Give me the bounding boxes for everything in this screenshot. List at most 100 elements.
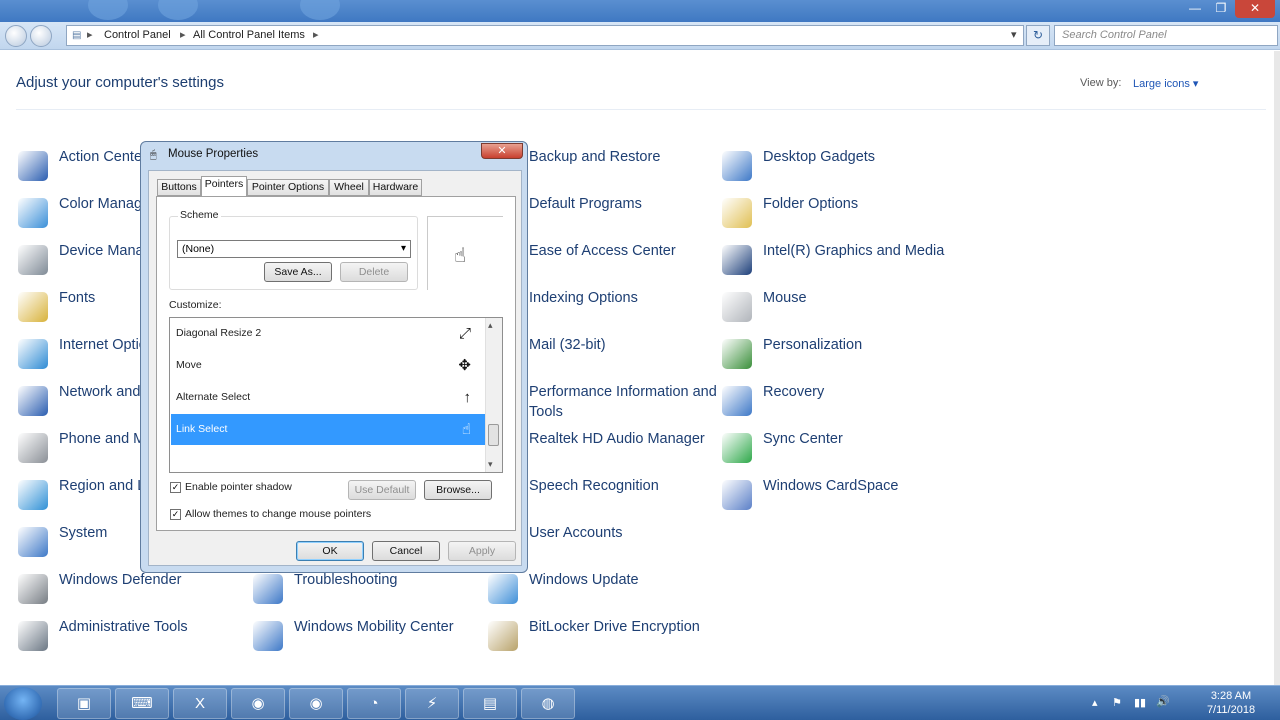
control-panel-item-label: Sync Center	[763, 431, 843, 447]
list-item[interactable]: Move ✥	[171, 350, 485, 381]
list-item-label: Diagonal Resize 2	[176, 327, 262, 339]
flag-icon	[18, 151, 48, 181]
show-hidden-icons[interactable]: ▴	[1092, 696, 1098, 709]
control-panel-item[interactable]: Windows Defender	[18, 570, 253, 614]
control-panel-item-label: Ease of Access Center	[529, 243, 676, 259]
address-bar[interactable]: ▤ ▸ Control Panel ▸ All Control Panel It…	[66, 25, 1024, 46]
bitlocker-key-icon	[488, 621, 518, 651]
control-panel-item[interactable]: Intel(R) Graphics and Media	[722, 241, 957, 285]
tab-hardware[interactable]: Hardware	[369, 179, 422, 196]
control-panel-item[interactable]: Windows Mobility Center	[253, 617, 488, 661]
tab-pointer-options[interactable]: Pointer Options	[247, 179, 329, 196]
use-default-button[interactable]: Use Default	[348, 480, 416, 500]
network-signal-icon[interactable]: ▮▮	[1134, 696, 1146, 709]
control-panel-item[interactable]: Personalization	[722, 335, 957, 379]
control-panel-item[interactable]: BitLocker Drive Encryption	[488, 617, 723, 661]
chrome-icon-2[interactable]: ◉	[289, 688, 343, 719]
view-by-dropdown[interactable]: Large icons ▾	[1133, 77, 1198, 90]
fonts-folder-icon	[18, 292, 48, 322]
start-button[interactable]	[4, 687, 42, 720]
admin-tools-icon	[18, 621, 48, 651]
apply-button[interactable]: Apply	[448, 541, 516, 561]
tab-pointers[interactable]: Pointers	[201, 176, 247, 197]
firefox-icon[interactable]: ◔	[347, 688, 401, 719]
back-button[interactable]	[5, 25, 27, 47]
control-panel-item-label: Intel(R) Graphics and Media	[763, 243, 945, 259]
chrome-icon[interactable]: ◉	[231, 688, 285, 719]
scroll-down-icon[interactable]: ▾	[488, 459, 493, 470]
control-panel-item[interactable]: Windows Update	[488, 570, 723, 614]
clock-date: 7/11/2018	[1206, 704, 1256, 716]
pointer-list[interactable]: Diagonal Resize 2 ⤢ Move ✥ Alternate Sel…	[169, 317, 503, 473]
control-panel-item[interactable]: Administrative Tools	[18, 617, 253, 661]
breadcrumb-control-panel[interactable]: Control Panel	[104, 26, 171, 45]
delete-button[interactable]: Delete	[340, 262, 408, 282]
phone-icon	[18, 433, 48, 463]
device-tower-icon	[18, 245, 48, 275]
move-cursor-icon: ✥	[458, 357, 471, 374]
personalization-icon	[722, 339, 752, 369]
system-clock[interactable]: 3:28 AM 7/11/2018	[1196, 689, 1266, 717]
control-panel-item[interactable]: Windows CardSpace	[722, 476, 957, 520]
list-scrollbar[interactable]: ▴ ▾	[485, 318, 502, 472]
breadcrumb-separator: ▸	[313, 29, 319, 41]
control-panel-icon[interactable]: ▤	[463, 688, 517, 719]
scroll-thumb[interactable]	[488, 424, 499, 446]
control-panel-item-label: Windows Update	[529, 572, 639, 588]
file-explorer-icon[interactable]: ▣	[57, 688, 111, 719]
control-panel-item-label: Troubleshooting	[294, 572, 398, 588]
save-as-button[interactable]: Save As...	[264, 262, 332, 282]
list-item-selected[interactable]: Link Select ☝	[171, 414, 485, 445]
restore-button[interactable]: ❐	[1209, 0, 1233, 18]
allow-themes-label: Allow themes to change mouse pointers	[185, 508, 372, 520]
blurred-tab-icon	[88, 0, 128, 20]
scheme-dropdown[interactable]: (None) ▾	[177, 240, 411, 258]
address-dropdown-icon[interactable]: ▾	[1011, 26, 1017, 45]
dialog-close-button[interactable]: ✕	[481, 143, 523, 159]
tab-wheel[interactable]: Wheel	[329, 179, 369, 196]
mouse-app-icon[interactable]: ◍	[521, 688, 575, 719]
search-input[interactable]: Search Control Panel	[1054, 25, 1278, 46]
blurred-tab-icon	[300, 0, 340, 20]
app-icon[interactable]: ⚡	[405, 688, 459, 719]
control-panel-item-label: Mouse	[763, 290, 807, 306]
scroll-up-icon[interactable]: ▴	[488, 320, 493, 331]
volume-icon[interactable]: 🔊	[1156, 695, 1170, 708]
globe-icon	[18, 339, 48, 369]
network-icon	[18, 386, 48, 416]
list-item[interactable]: Diagonal Resize 2 ⤢	[171, 318, 485, 349]
control-panel-item-label: Default Programs	[529, 196, 642, 212]
allow-themes-checkbox[interactable]: ✓	[170, 509, 181, 520]
control-panel-item[interactable]: Recovery	[722, 382, 957, 426]
keyboard-app-icon[interactable]: ⌨	[115, 688, 169, 719]
forward-button[interactable]	[30, 25, 52, 47]
ok-button[interactable]: OK	[296, 541, 364, 561]
hand-cursor-icon: ☝	[454, 245, 467, 267]
minimize-button[interactable]: —	[1183, 0, 1207, 18]
control-panel-item[interactable]: Desktop Gadgets	[722, 147, 957, 191]
breadcrumb-separator: ▸	[87, 29, 93, 41]
dialog-body: Buttons Pointers Pointer Options Wheel H…	[148, 170, 522, 566]
action-center-flag-icon[interactable]: ⚑	[1112, 696, 1122, 709]
control-panel-item[interactable]: Troubleshooting	[253, 570, 488, 614]
windows-update-icon	[488, 574, 518, 604]
breadcrumb-all-items[interactable]: All Control Panel Items	[193, 26, 305, 45]
control-panel-item-label: Backup and Restore	[529, 149, 661, 165]
control-panel-item[interactable]: Folder Options	[722, 194, 957, 238]
diagonal-resize-cursor-icon: ⤢	[458, 325, 471, 342]
close-button[interactable]: ✕	[1235, 0, 1275, 18]
vertical-scrollbar[interactable]	[1274, 51, 1280, 685]
tab-buttons[interactable]: Buttons	[157, 179, 201, 196]
list-item[interactable]: Alternate Select ↑	[171, 382, 485, 413]
control-panel-item-label: Recovery	[763, 384, 825, 400]
cancel-button[interactable]: Cancel	[372, 541, 440, 561]
pointer-shadow-checkbox[interactable]: ✓	[170, 482, 181, 493]
control-panel-item[interactable]: Sync Center	[722, 429, 957, 473]
clock-time: 3:28 AM	[1210, 690, 1252, 702]
list-item-label: Move	[176, 359, 202, 371]
excel-icon[interactable]: X	[173, 688, 227, 719]
control-panel-item[interactable]: Mouse	[722, 288, 957, 332]
list-item-label: Link Select	[176, 423, 228, 435]
browse-button[interactable]: Browse...	[424, 480, 492, 500]
refresh-icon[interactable]: ↻	[1026, 25, 1050, 46]
